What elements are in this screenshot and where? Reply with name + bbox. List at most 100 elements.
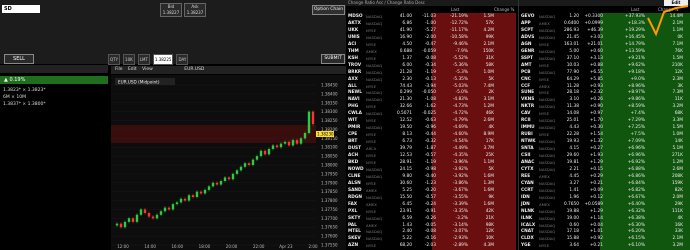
bid-price[interactable]: Bid 1.38227: [160, 3, 182, 17]
bid-value: 1.38227: [162, 10, 180, 15]
col-header-last-right[interactable]: Last: [631, 7, 639, 12]
qty-label: QTY: [108, 54, 121, 65]
cell-change: +0.21: [589, 243, 603, 249]
candle-body: [143, 209, 147, 213]
candle-body: [187, 195, 191, 201]
menu-edit[interactable]: Edit: [128, 67, 137, 72]
candle-body: [139, 209, 143, 215]
cell-change: -2.03: [424, 243, 436, 249]
chart-background: [111, 75, 346, 250]
submit-button[interactable]: SUBMIT: [321, 54, 345, 64]
tif-select[interactable]: DAY: [176, 54, 189, 65]
symbol-input[interactable]: SD: [2, 5, 40, 13]
candle-body: [155, 214, 159, 219]
candle-body: [243, 163, 247, 167]
candle-body: [311, 111, 315, 125]
candle-body: [167, 207, 171, 210]
y-tick-label: 1.38400: [321, 91, 338, 96]
candle-body: [303, 133, 307, 139]
size-line: 6M × 10M: [3, 95, 26, 100]
price-chart[interactable]: 1.38450 1.38400 1.38350 1.38300 1.38250 1.382…: [111, 75, 346, 250]
cell-exchange: NYSE: [539, 243, 549, 249]
y-tick-label: 1.38250: [321, 118, 338, 123]
candle-body: [119, 223, 123, 228]
col-header-last-left[interactable]: Last: [451, 7, 459, 12]
candle-body: [295, 140, 299, 144]
chart-symbol-tag: EUR.USD: [184, 67, 205, 72]
menu-file[interactable]: File: [115, 67, 123, 72]
order-strip[interactable]: QTY 10K LMT 1.38225 DAY: [108, 54, 191, 65]
candle-body: [131, 218, 135, 222]
y-tick-label: 1.37650: [321, 225, 338, 230]
candle-body: [223, 177, 227, 181]
orange-trend-line: [647, 5, 689, 37]
candle-body: [115, 223, 119, 226]
qty-field[interactable]: 10K: [123, 54, 135, 65]
bid-ask-line: 1.3823* × 1.3823*: [3, 88, 46, 93]
candle-body: [307, 111, 311, 133]
x-tick-label: 22:00: [253, 244, 265, 249]
candle-body: [127, 218, 131, 222]
option-chain-button[interactable]: Option Chain: [312, 5, 345, 15]
candle-body: [147, 213, 151, 217]
cell-change-pct: -2.89%: [452, 243, 468, 249]
ask-price[interactable]: Ask 1.38237: [184, 3, 206, 17]
table-row[interactable]: YGE NYSE 3.64 +0.21 +6.10% 3.2M: [519, 242, 690, 249]
candle-body: [159, 211, 163, 215]
candle-body: [235, 170, 239, 174]
candle-body: [263, 150, 267, 155]
sell-button[interactable]: SELL: [4, 54, 34, 64]
resistance-band: [111, 125, 316, 143]
x-tick-label: 16:00: [172, 244, 184, 249]
candle-body: [291, 140, 295, 146]
col-header-change-left[interactable]: Change %: [494, 7, 514, 12]
candle-body: [279, 143, 283, 148]
cell-exchange: NYSE: [366, 243, 376, 249]
cell-last: 3.64: [569, 243, 579, 249]
chart-legend: EUR.USD (Midpoint): [118, 80, 160, 85]
candle-body: [163, 207, 167, 212]
candle-body: [227, 177, 231, 180]
candle-body: [151, 216, 155, 219]
order-entry-panel: SD Bid 1.38227 Ask 1.38237 Option Chain SE…: [0, 0, 346, 250]
current-price-label: 1.38230: [317, 132, 334, 137]
candle-body: [247, 163, 251, 165]
y-tick-label: 1.37800: [321, 198, 338, 203]
y-tick-label: 1.38000: [321, 163, 338, 168]
candle-body: [215, 182, 219, 185]
candle-body: [199, 191, 203, 194]
candle-body: [271, 145, 275, 149]
cell-change-pct: +6.10%: [627, 243, 645, 249]
y-tick-label: 1.38100: [321, 145, 338, 150]
candle-body: [123, 221, 127, 228]
sparkline-overlay: [647, 5, 689, 37]
cell-symbol: YGE: [521, 243, 531, 249]
x-tick-label: 2:00: [309, 244, 318, 249]
cell-volume: 3.2M: [672, 243, 683, 249]
y-tick-label: 1.37550: [321, 243, 338, 248]
y-tick-label: 1.37700: [321, 216, 338, 221]
candle-body: [175, 202, 179, 205]
cell-symbol: AZN: [348, 243, 359, 249]
candle-body: [231, 173, 235, 180]
candle-body: [239, 166, 243, 171]
market-scanner: Change Ratio Asc / Change Ratio Desc Edi…: [346, 0, 690, 250]
candle-body: [135, 214, 139, 222]
candle-body: [191, 195, 195, 197]
y-tick-label: 1.37750: [321, 207, 338, 212]
ask-value: 1.38237: [186, 10, 204, 15]
change-percent: ▲ 0.19%: [0, 76, 108, 84]
limit-price[interactable]: 1.38225: [152, 54, 174, 65]
y-tick-label: 1.37600: [321, 234, 338, 239]
table-row[interactable]: AZN NYSE 68.20 -2.03 -2.89% 4.3M: [346, 242, 517, 249]
candle-body: [211, 182, 215, 187]
quote-subheader: [0, 65, 108, 73]
candle-body: [179, 198, 183, 203]
y-tick-label: 1.38300: [321, 109, 338, 114]
candle-body: [219, 181, 223, 185]
order-type[interactable]: LMT: [137, 54, 150, 65]
candle-body: [275, 145, 279, 148]
candle-body: [183, 198, 187, 201]
menu-view[interactable]: View: [142, 67, 153, 72]
x-tick-label: 12:00: [117, 244, 129, 249]
